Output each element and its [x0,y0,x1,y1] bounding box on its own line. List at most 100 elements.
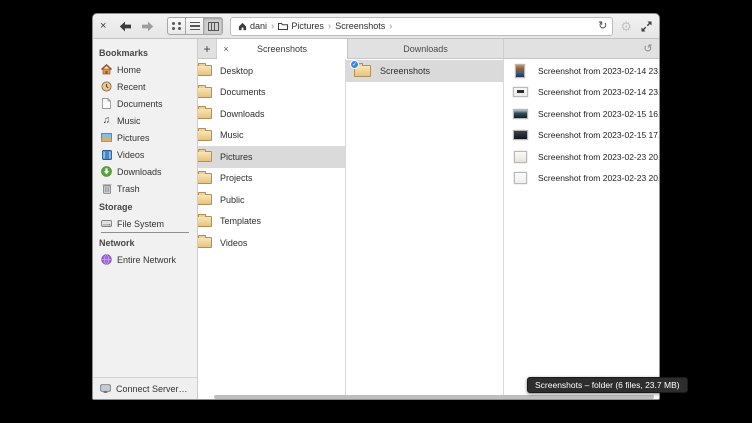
chevron-right-icon: › [328,21,331,32]
path-bar[interactable]: dani › Pictures › Screenshots › ↻ [230,17,613,36]
folder-label: Documents [220,87,266,97]
file-name: Screenshot from 2023-02-15 16... [538,109,659,119]
folder-row-projects[interactable]: Projects [198,168,345,190]
forward-button[interactable] [136,17,158,35]
folder-label: Screenshots [380,66,430,76]
sidebar-item-file-system[interactable]: File System [93,215,197,232]
home-icon [101,64,112,75]
file-row[interactable]: Screenshot from 2023-02-14 23... [504,82,659,104]
file-row[interactable]: Screenshot from 2023-02-23 20... [504,168,659,190]
file-manager-window: × [92,13,660,400]
sidebar-item-downloads[interactable]: Downloads [93,163,197,180]
folder-icon [198,87,212,98]
folder-row-templates[interactable]: Templates [198,211,345,233]
back-button[interactable] [114,17,136,35]
trash-icon [101,183,112,194]
horizontal-scrollbar[interactable] [214,395,654,399]
tab-label: Downloads [403,44,448,54]
window-body: Bookmarks Home Recent [93,39,659,399]
file-name: Screenshot from 2023-02-23 20... [538,173,659,183]
folder-label: Templates [220,216,261,226]
toolbar: × [93,14,659,39]
sidebar-item-label: Videos [117,150,144,160]
breadcrumb-home[interactable]: dani [236,21,269,31]
folder-row-screenshots[interactable]: ✓ Screenshots [346,60,503,82]
grid-view-button[interactable] [168,18,186,34]
list-view-button[interactable] [186,18,204,34]
sidebar-item-label: Entire Network [117,255,176,265]
settings-menu-button[interactable]: ⚙ [620,20,632,33]
history-button[interactable]: ↺ [637,39,659,58]
breadcrumb-pictures[interactable]: Pictures [276,21,326,31]
file-thumbnail-icon [511,149,529,165]
folder-row-documents[interactable]: Documents [198,82,345,104]
sidebar-item-pictures[interactable]: Pictures [93,129,197,146]
sidebar-item-label: Pictures [117,133,150,143]
expand-arrows-icon [641,21,652,32]
sidebar-item-label: Recent [117,82,146,92]
sidebar-item-home[interactable]: Home [93,61,197,78]
sidebar-item-trash[interactable]: Trash [93,180,197,197]
file-row[interactable]: Screenshot from 2023-02-15 17... [504,125,659,147]
file-thumbnail-icon [511,170,529,186]
window-close-button[interactable]: × [100,21,114,32]
sidebar-item-entire-network[interactable]: Entire Network [93,251,197,268]
sidebar-item-label: Documents [117,99,163,109]
new-tab-button[interactable]: + [198,39,217,58]
folder-row-pictures[interactable]: Pictures [198,146,345,168]
column-pictures: ✓ Screenshots [346,59,504,399]
file-thumbnail-icon [511,127,529,143]
folder-row-music[interactable]: Music [198,125,345,147]
sidebar-item-documents[interactable]: Documents [93,95,197,112]
folder-label: Music [220,130,244,140]
breadcrumb-screenshots[interactable]: Screenshots [333,21,387,31]
tab-downloads[interactable]: Downloads [348,39,504,58]
sidebar-item-videos[interactable]: Videos [93,146,197,163]
folder-label: Videos [220,238,247,248]
main-area: + × Screenshots Downloads ↺ [198,39,659,399]
tab-close-icon[interactable]: × [217,44,235,54]
sidebar-item-recent[interactable]: Recent [93,78,197,95]
breadcrumb-label: Screenshots [335,21,385,31]
photo-icon [101,132,112,143]
folder-row-public[interactable]: Public [198,189,345,211]
folder-icon [198,108,212,119]
recent-clock-icon [101,81,112,92]
tab-screenshots[interactable]: × Screenshots [217,39,348,59]
connect-server-button[interactable]: Connect Server… [93,377,197,399]
forward-arrow-icon [141,21,154,32]
folder-row-downloads[interactable]: Downloads [198,103,345,125]
refresh-button[interactable]: ↻ [598,21,607,32]
tooltip-text: Screenshots – folder (6 files, 23.7 MB) [535,380,680,390]
file-name: Screenshot from 2023-02-14 23... [538,66,659,76]
sidebar-section-bookmarks: Bookmarks [93,43,197,61]
tab-bar-spacer [504,39,637,58]
folder-row-desktop[interactable]: Desktop [198,60,345,82]
file-row[interactable]: Screenshot from 2023-02-23 20... [504,146,659,168]
folder-label: Desktop [220,66,253,76]
sidebar-item-label: File System [117,219,164,229]
view-switcher [167,17,223,35]
file-row[interactable]: Screenshot from 2023-02-14 23... [504,60,659,82]
fullscreen-button[interactable] [641,21,652,32]
tab-bar: + × Screenshots Downloads ↺ [198,39,659,59]
folder-icon [198,65,212,76]
file-name: Screenshot from 2023-02-23 20... [538,152,659,162]
list-view-icon [190,22,200,31]
column-view-icon [208,22,219,31]
column-files: Screenshot from 2023-02-14 23... Screens… [504,59,659,399]
folder-label: Projects [220,173,253,183]
chevron-right-icon: › [271,21,274,32]
status-tooltip: Screenshots – folder (6 files, 23.7 MB) [527,377,688,393]
sidebar-item-label: Downloads [117,167,162,177]
video-icon [101,149,112,160]
column-view-button[interactable] [204,18,222,34]
sidebar-item-music[interactable]: ♫ Music [93,112,197,129]
folder-row-videos[interactable]: Videos [198,232,345,254]
file-thumbnail-icon [511,63,529,79]
folder-icon [198,130,212,141]
file-row[interactable]: Screenshot from 2023-02-15 16... [504,103,659,125]
folder-icon [198,173,212,184]
folder-icon [198,237,212,248]
file-thumbnail-icon [511,84,529,100]
